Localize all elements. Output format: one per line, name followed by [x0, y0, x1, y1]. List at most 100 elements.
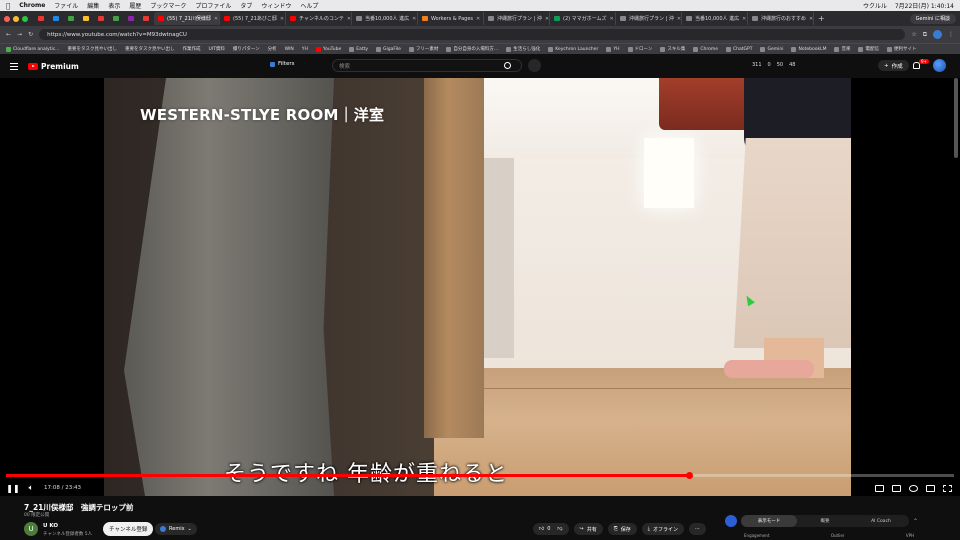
browser-tab[interactable]: 沖縄旅行のおすすめ ✕	[748, 12, 814, 25]
browser-tab[interactable]: 当番10,000人 進広 ✕	[682, 12, 748, 25]
close-tab-icon[interactable]: ✕	[610, 16, 614, 22]
bookmark[interactable]: ChatGPT	[724, 46, 754, 52]
close-tab-icon[interactable]: ✕	[476, 16, 480, 22]
pinned-tab[interactable]	[34, 13, 47, 24]
pinned-tab[interactable]	[124, 13, 137, 24]
share-button[interactable]: ↪ 共有	[573, 523, 603, 535]
bookmark[interactable]: YouTube	[314, 46, 343, 52]
bookmark[interactable]: Gemini	[758, 46, 785, 52]
bookmark[interactable]: 音楽	[832, 46, 852, 52]
menu-window[interactable]: ウィンドウ	[261, 1, 291, 10]
bookmark[interactable]: 便利サイト	[885, 46, 919, 52]
menu-app-name[interactable]: Chrome	[19, 2, 45, 9]
menu-profile[interactable]: プロファイル	[195, 1, 231, 10]
account-avatar[interactable]	[933, 59, 946, 72]
bookmark[interactable]: Cloudflare analytic...	[4, 46, 61, 52]
settings-icon[interactable]	[909, 484, 918, 492]
forward-icon[interactable]: →	[17, 31, 22, 38]
menu-file[interactable]: ファイル	[54, 1, 78, 10]
minimize-window-button[interactable]	[13, 15, 19, 22]
bookmark[interactable]: ドローン	[626, 46, 655, 52]
url-field[interactable]: https://www.youtube.com/watch?v=M93dwtna…	[39, 29, 906, 40]
hamburger-menu-icon[interactable]	[10, 62, 18, 70]
close-tab-icon[interactable]: ✕	[809, 16, 813, 22]
subscribe-button[interactable]: チャンネル登録	[103, 522, 154, 536]
bookmark[interactable]: 撮りパターン	[231, 46, 262, 52]
miniplayer-icon[interactable]	[875, 484, 884, 492]
close-tab-icon[interactable]: ✕	[545, 16, 549, 22]
close-window-button[interactable]	[4, 15, 10, 22]
chevron-up-icon[interactable]: ⌃	[913, 518, 918, 525]
close-tab-icon[interactable]: ✕	[347, 16, 351, 22]
reload-icon[interactable]: ↻	[28, 31, 33, 38]
pinned-tab[interactable]	[94, 13, 107, 24]
bookmark[interactable]: 生活らし強化	[504, 46, 542, 52]
search-icon[interactable]	[504, 62, 511, 69]
menubar-clock[interactable]: 7月22日(月) 1:40:14	[895, 1, 954, 10]
close-tab-icon[interactable]: ✕	[280, 16, 284, 22]
browser-tab[interactable]: チャンネルのコンテ ✕	[286, 12, 352, 25]
apple-icon[interactable]: 	[6, 2, 10, 10]
pinned-tab[interactable]	[139, 13, 152, 24]
pinned-tab[interactable]	[64, 13, 77, 24]
pinned-tab[interactable]	[109, 13, 122, 24]
bookmark[interactable]: 自分自身の入場料方...	[444, 46, 500, 52]
browser-tab[interactable]: Workers & Pages ✕	[418, 12, 484, 25]
pinned-tab[interactable]	[49, 13, 62, 24]
browser-tab[interactable]: (55) 7_21あびこ邸 ✕	[220, 12, 286, 25]
extension-logo-icon[interactable]	[725, 515, 737, 527]
search-input[interactable]: 検索	[332, 59, 522, 72]
new-tab-button[interactable]: +	[818, 14, 825, 23]
bookmark[interactable]: Eatty	[347, 46, 370, 52]
bookmark[interactable]: 電配信	[856, 46, 881, 52]
bookmark[interactable]: Keychron Launcher	[546, 46, 600, 52]
subtitles-icon[interactable]	[892, 484, 901, 492]
youtube-logo[interactable]: Premium	[28, 62, 79, 71]
more-actions-button[interactable]: ⋯	[688, 523, 706, 535]
zoom-window-button[interactable]	[22, 15, 28, 22]
bookmark[interactable]: 重要をタスク見やい出し	[65, 46, 119, 52]
channel-name[interactable]: U KO	[43, 523, 58, 529]
save-button[interactable]: ⎘ 保存	[607, 523, 637, 535]
close-tab-icon[interactable]: ✕	[214, 16, 218, 22]
gemini-button[interactable]: Gemini に相談	[909, 13, 956, 24]
video-player[interactable]: WESTERN-STLYE ROOM｜洋室 そうですね 年齢が重ねると ❚❚ 🔈…	[0, 78, 960, 496]
scrubber-handle[interactable]	[685, 472, 693, 479]
pinned-tab[interactable]	[79, 13, 92, 24]
bookmark[interactable]: フリー素材	[407, 46, 441, 52]
pause-icon[interactable]: ❚❚	[6, 484, 19, 493]
create-button[interactable]: + 作成	[878, 60, 909, 71]
download-button[interactable]: ⤓ オフライン	[641, 523, 684, 535]
browser-tab[interactable]: (55) 7_21川俣様邸 ✕	[154, 12, 220, 25]
channel-avatar[interactable]: U	[24, 522, 38, 536]
menu-view[interactable]: 表示	[108, 1, 120, 10]
thumbs-down-icon[interactable]: 👎︎	[557, 526, 562, 532]
bookmark[interactable]: スキル集	[658, 46, 687, 52]
like-button[interactable]: 👍︎ 0 👎︎	[533, 523, 569, 535]
browser-tab[interactable]: 当番10,000人 進広 ✕	[352, 12, 418, 25]
page-scrollbar[interactable]	[954, 78, 958, 158]
voice-search-button[interactable]	[528, 59, 541, 72]
bookmark[interactable]: UIT資料	[206, 46, 226, 52]
progress-bar[interactable]	[6, 472, 954, 479]
menubar-user[interactable]: ウクルル	[863, 1, 887, 10]
video-frame[interactable]: WESTERN-STLYE ROOM｜洋室	[104, 78, 851, 496]
filters-button[interactable]: Filters	[270, 61, 295, 67]
bookmark[interactable]: NotebookLM	[789, 46, 828, 52]
extensions-icon[interactable]: ⧉	[923, 31, 927, 39]
menu-help[interactable]: ヘルプ	[300, 1, 318, 10]
bookmark[interactable]: YH	[300, 47, 310, 52]
bookmark[interactable]: Chrome	[691, 46, 720, 52]
profile-avatar-icon[interactable]	[933, 30, 942, 39]
close-tab-icon[interactable]: ✕	[677, 16, 681, 22]
tab-ai-coach[interactable]: AI Coach	[853, 515, 909, 527]
menu-history[interactable]: 履歴	[129, 1, 141, 10]
bookmark[interactable]: GigaFile	[374, 46, 403, 52]
star-icon[interactable]: ☆	[911, 31, 916, 38]
remix-button[interactable]: Remix ⌄	[155, 523, 197, 535]
more-icon[interactable]: ⋮	[948, 31, 954, 38]
bookmark[interactable]: 分析	[266, 46, 279, 52]
close-tab-icon[interactable]: ✕	[412, 16, 416, 22]
menu-bookmarks[interactable]: ブックマーク	[150, 1, 186, 10]
bookmark[interactable]: 重要をタスク見やい出し	[123, 46, 177, 52]
